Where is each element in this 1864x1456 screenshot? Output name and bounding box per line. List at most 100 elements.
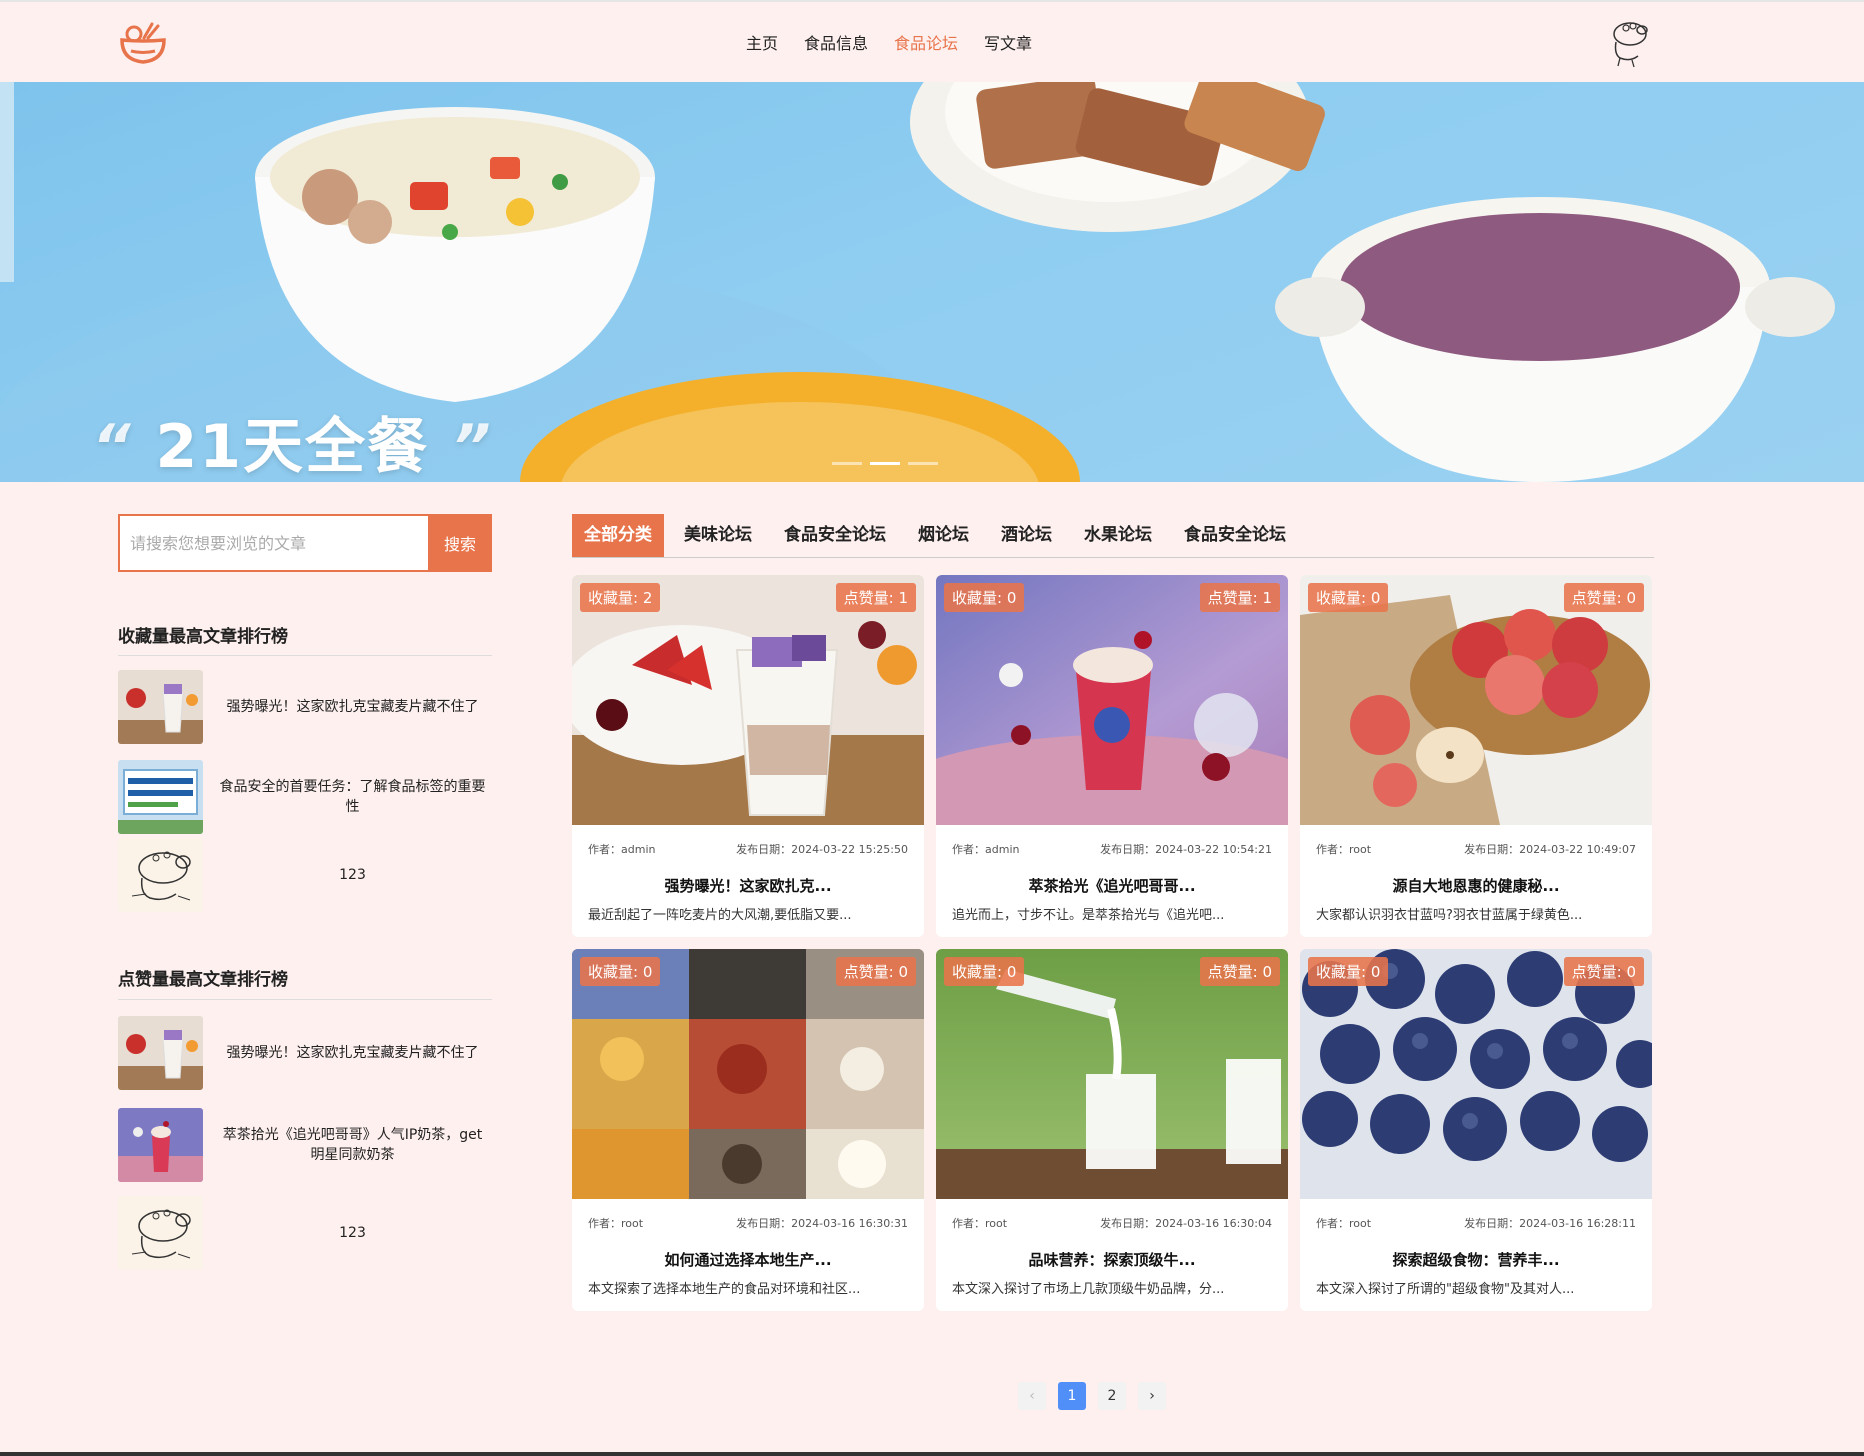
divider [118,655,492,656]
favorites-count-badge: 收藏量: 0 [580,957,661,986]
favorites-rank-item[interactable]: 食品安全的首要任务：了解食品标签的重要性 [118,760,492,834]
card-meta: 作者：admin 发布日期：2024-03-22 10:54:21 [936,841,1288,857]
likes-count-badge: 点赞量: 1 [1199,583,1280,612]
likes-rank-item[interactable]: 123 [118,1196,492,1270]
favorites-ranking-title: 收藏量最高文章排行榜 [118,627,288,647]
card-title[interactable]: 如何通过选择本地生产... [572,1249,924,1270]
favorites-rank-item[interactable]: 123 [118,838,492,912]
likes-ranking-title: 点赞量最高文章排行榜 [118,970,288,990]
site-logo-icon[interactable] [118,20,168,66]
card-author: 作者：admin [588,843,656,856]
favorites-count-badge: 收藏量: 0 [944,583,1025,612]
card-title[interactable]: 强势曝光！这家欧扎克... [572,875,924,896]
article-image[interactable]: 收藏量: 0 点赞量: 0 [572,949,924,1199]
card-date: 发布日期：2024-03-16 16:30:31 [736,1217,908,1230]
pig-thumbnail [118,838,203,912]
prev-page-button[interactable]: ‹ [1018,1382,1046,1410]
hero-banner[interactable]: “ 21天全餐 ” [0,82,1864,482]
food-safety-sign-thumbnail [118,760,203,834]
card-description: 本文探索了选择本地生产的食品对环境和社区... [588,1282,861,1297]
rank-item-title[interactable]: 123 [203,1223,492,1243]
tab-wine-forum[interactable]: 酒论坛 [989,514,1064,557]
page-1-button[interactable]: 1 [1058,1382,1086,1410]
favorites-rank-item[interactable]: 强势曝光！这家欧扎克宝藏麦片藏不住了 [118,670,492,744]
favorites-count-badge: 收藏量: 0 [944,957,1025,986]
card-date: 发布日期：2024-03-22 10:49:07 [1464,843,1636,856]
search-button[interactable]: 搜索 [428,514,492,572]
article-card[interactable]: 收藏量: 0 点赞量: 0 作者：root 发布日期：2024-03-16 16… [1300,949,1652,1311]
card-date: 发布日期：2024-03-16 16:28:11 [1464,1217,1636,1230]
likes-rank-item[interactable]: 萃茶拾光《追光吧哥哥》人气IP奶茶，get明星同款奶茶 [118,1108,492,1182]
card-author: 作者：admin [952,843,1020,856]
likes-count-badge: 点赞量: 0 [1563,583,1644,612]
card-description: 最近刮起了一阵吃麦片的大风潮,要低脂又要... [588,908,852,923]
banner-dot-active[interactable] [870,462,900,465]
likes-rank-item[interactable]: 强势曝光！这家欧扎克宝藏麦片藏不住了 [118,1016,492,1090]
rank-item-title[interactable]: 强势曝光！这家欧扎克宝藏麦片藏不住了 [203,1043,492,1063]
article-image[interactable]: 收藏量: 2 点赞量: 1 [572,575,924,825]
article-image[interactable]: 收藏量: 0 点赞量: 1 [936,575,1288,825]
category-tabs: 全部分类 美味论坛 食品安全论坛 烟论坛 酒论坛 水果论坛 食品安全论坛 [572,514,1654,558]
card-date: 发布日期：2024-03-22 10:54:21 [1100,843,1272,856]
card-date: 发布日期：2024-03-22 15:25:50 [736,843,908,856]
card-description: 本文深入探讨了所谓的"超级食物"及其对人... [1316,1282,1575,1297]
article-card[interactable]: 收藏量: 2 点赞量: 1 作者：admin 发布日期：2024-03-22 1… [572,575,924,937]
card-meta: 作者：root 发布日期：2024-03-16 16:30:04 [936,1215,1288,1231]
article-card[interactable]: 收藏量: 0 点赞量: 0 作者：root 发布日期：2024-03-16 16… [936,949,1288,1311]
article-image[interactable]: 收藏量: 0 点赞量: 0 [936,949,1288,1199]
card-description: 追光而上，寸步不让。是萃茶拾光与《追光吧... [952,908,1225,923]
article-image[interactable]: 收藏量: 0 点赞量: 0 [1300,949,1652,1199]
card-meta: 作者：admin 发布日期：2024-03-22 15:25:50 [572,841,924,857]
search-bar: 搜索 [118,514,492,572]
nav-food-info[interactable]: 食品信息 [804,30,868,54]
tab-tobacco-forum[interactable]: 烟论坛 [906,514,981,557]
nav-write-article[interactable]: 写文章 [984,30,1032,54]
rank-item-title[interactable]: 食品安全的首要任务：了解食品标签的重要性 [203,777,492,817]
banner-dot[interactable] [908,462,938,465]
article-card[interactable]: 收藏量: 0 点赞量: 1 作者：admin 发布日期：2024-03-22 1… [936,575,1288,937]
pagination: ‹ 1 2 › [1018,1382,1166,1410]
top-header: 主页 食品信息 食品论坛 写文章 [0,0,1864,82]
card-title[interactable]: 品味营养：探索顶级牛... [936,1249,1288,1270]
favorites-count-badge: 收藏量: 0 [1308,583,1389,612]
card-meta: 作者：root 发布日期：2024-03-16 16:28:11 [1300,1215,1652,1231]
card-title[interactable]: 源自大地恩惠的健康秘... [1300,875,1652,896]
search-input[interactable] [118,514,428,572]
page-2-button[interactable]: 2 [1098,1382,1126,1410]
rank-item-title[interactable]: 萃茶拾光《追光吧哥哥》人气IP奶茶，get明星同款奶茶 [203,1125,492,1165]
nav-home[interactable]: 主页 [746,30,778,54]
banner-dot[interactable] [832,462,862,465]
tab-all[interactable]: 全部分类 [572,514,664,557]
likes-count-badge: 点赞量: 0 [1563,957,1644,986]
parfait-thumbnail [118,670,203,744]
rank-item-title[interactable]: 强势曝光！这家欧扎克宝藏麦片藏不住了 [203,697,492,717]
footer-bar [0,1452,1864,1456]
card-meta: 作者：root 发布日期：2024-03-22 10:49:07 [1300,841,1652,857]
card-description: 本文深入探讨了市场上几款顶级牛奶品牌，分... [952,1282,1225,1297]
banner-title: “ 21天全餐 ” [92,412,493,482]
nav-food-forum[interactable]: 食品论坛 [894,30,958,54]
favorites-count-badge: 收藏量: 2 [580,583,661,612]
favorites-count-badge: 收藏量: 0 [1308,957,1389,986]
card-author: 作者：root [1316,843,1372,856]
likes-count-badge: 点赞量: 0 [1199,957,1280,986]
card-author: 作者：root [1316,1217,1372,1230]
card-title[interactable]: 探索超级食物：营养丰... [1300,1249,1652,1270]
article-card[interactable]: 收藏量: 0 点赞量: 0 作者：root 发布日期：2024-03-22 10… [1300,575,1652,937]
banner-indicators[interactable] [832,462,938,465]
bubble-tea-thumbnail [118,1108,203,1182]
rank-item-title[interactable]: 123 [203,865,492,885]
next-page-button[interactable]: › [1138,1382,1166,1410]
article-image[interactable]: 收藏量: 0 点赞量: 0 [1300,575,1652,825]
likes-count-badge: 点赞量: 0 [835,957,916,986]
tab-delicious-forum[interactable]: 美味论坛 [672,514,764,557]
article-card[interactable]: 收藏量: 0 点赞量: 0 作者：root 发布日期：2024-03-16 16… [572,949,924,1311]
tab-fruit-forum[interactable]: 水果论坛 [1072,514,1164,557]
tab-food-safety-forum-2[interactable]: 食品安全论坛 [1172,514,1298,557]
card-date: 发布日期：2024-03-16 16:30:04 [1100,1217,1272,1230]
user-avatar[interactable] [1606,18,1652,68]
tab-food-safety-forum[interactable]: 食品安全论坛 [772,514,898,557]
main-nav: 主页 食品信息 食品论坛 写文章 [746,30,1032,54]
card-meta: 作者：root 发布日期：2024-03-16 16:30:31 [572,1215,924,1231]
card-title[interactable]: 萃茶拾光《追光吧哥哥... [936,875,1288,896]
